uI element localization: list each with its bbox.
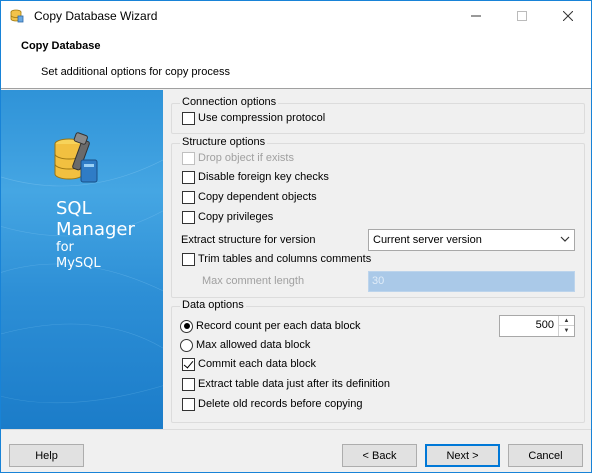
- checkbox-label: Use compression protocol: [198, 112, 326, 124]
- max-comment-input[interactable]: 30: [368, 271, 575, 292]
- record-count-spinner[interactable]: 500 ▲ ▼: [499, 315, 575, 337]
- spin-up-icon[interactable]: ▲: [559, 316, 574, 326]
- database-tools-icon: [54, 132, 98, 183]
- database-app-icon: [10, 9, 24, 23]
- record-count-radio[interactable]: Record count per each data block: [180, 318, 361, 334]
- field-value: 30: [372, 275, 385, 287]
- checkbox-label: Copy dependent objects: [198, 191, 317, 203]
- extract-structure-text: Extract structure for version: [181, 234, 316, 246]
- wizard-footer: Help < Back Next > Cancel: [1, 429, 591, 472]
- spin-down-icon[interactable]: ▼: [559, 326, 574, 336]
- cancel-button[interactable]: Cancel: [508, 444, 583, 467]
- checkbox-box[interactable]: [182, 397, 195, 411]
- banner-line-2: Manager: [56, 219, 135, 240]
- checkbox-label: Commit each data block: [198, 358, 316, 370]
- button-label: Help: [35, 449, 58, 462]
- copy-privileges-checkbox[interactable]: Copy privileges: [182, 209, 273, 225]
- extract-version-select[interactable]: Current server version: [368, 229, 575, 251]
- checkbox-label: Delete old records before copying: [198, 398, 363, 410]
- checkbox-label: Extract table data just after its defini…: [198, 378, 390, 390]
- copy-dependent-checkbox[interactable]: Copy dependent objects: [182, 189, 317, 205]
- group-title: Data options: [180, 299, 246, 311]
- extract-after-definition-checkbox[interactable]: Extract table data just after its defini…: [182, 376, 390, 392]
- group-title: Structure options: [180, 136, 268, 148]
- delete-old-records-checkbox[interactable]: Delete old records before copying: [182, 396, 362, 412]
- select-value: Current server version: [373, 234, 482, 246]
- button-label: Next >: [446, 449, 479, 462]
- banner-line-4: MySQL: [56, 256, 101, 271]
- wizard-header: Copy Database Set additional options for…: [1, 31, 591, 89]
- checkbox-label: Trim tables and columns comments: [198, 253, 372, 265]
- maximize-button[interactable]: [499, 1, 545, 31]
- radio-button[interactable]: [180, 319, 193, 333]
- banner-product-name: SQL Manager for MySQL: [56, 198, 135, 272]
- max-comment-label: Max comment length: [202, 273, 304, 289]
- spinner-buttons: ▲ ▼: [558, 316, 574, 336]
- commit-each-checkbox[interactable]: Commit each data block: [182, 356, 316, 372]
- button-label: < Back: [362, 449, 397, 462]
- next-button[interactable]: Next >: [425, 444, 500, 467]
- checkbox-label: Disable foreign key checks: [198, 171, 329, 183]
- banner-line-1: SQL: [56, 198, 92, 219]
- checkbox-box[interactable]: [182, 357, 195, 371]
- minimize-icon: [471, 15, 481, 17]
- radio-label: Max allowed data block: [196, 339, 311, 351]
- page-subtitle: Set additional options for copy process: [41, 66, 230, 78]
- window-title: Copy Database Wizard: [34, 9, 158, 23]
- help-button[interactable]: Help: [9, 444, 84, 467]
- back-button[interactable]: < Back: [342, 444, 417, 467]
- group-title: Connection options: [180, 96, 279, 108]
- extract-structure-label: Extract structure for version: [181, 232, 316, 248]
- chevron-down-icon: [560, 236, 570, 242]
- checkbox-label: Drop object if exists: [198, 152, 294, 164]
- minimize-button[interactable]: [453, 1, 499, 31]
- spinner-value: 500: [535, 319, 554, 331]
- checkbox-box[interactable]: [182, 111, 195, 125]
- title-bar: Copy Database Wizard: [1, 1, 591, 31]
- drop-object-checkbox[interactable]: Drop object if exists: [182, 150, 294, 166]
- radio-label: Record count per each data block: [196, 320, 361, 332]
- checkbox-box[interactable]: [182, 377, 195, 391]
- product-banner: SQL Manager for MySQL: [1, 90, 163, 429]
- checkbox-box[interactable]: [182, 190, 195, 204]
- max-allowed-radio[interactable]: Max allowed data block: [180, 337, 310, 353]
- maximize-icon: [517, 11, 527, 21]
- options-panel: Connection options Use compression proto…: [163, 90, 591, 429]
- disable-foreign-key-checkbox[interactable]: Disable foreign key checks: [182, 169, 329, 185]
- banner-line-3: for: [56, 240, 74, 255]
- page-title: Copy Database: [21, 40, 101, 52]
- checkbox-box[interactable]: [182, 170, 195, 184]
- use-compression-checkbox[interactable]: Use compression protocol: [182, 110, 325, 126]
- radio-button[interactable]: [180, 338, 193, 352]
- checkbox-box[interactable]: [182, 151, 195, 165]
- close-button[interactable]: [545, 1, 591, 31]
- checkbox-label: Copy privileges: [198, 211, 274, 223]
- wizard-window: Copy Database Wizard Copy Database Set a…: [0, 0, 592, 473]
- checkbox-box[interactable]: [182, 252, 195, 266]
- max-comment-text: Max comment length: [202, 275, 305, 287]
- checkbox-box[interactable]: [182, 210, 195, 224]
- button-label: Cancel: [528, 449, 563, 462]
- close-icon: [563, 11, 573, 21]
- trim-comments-checkbox[interactable]: Trim tables and columns comments: [182, 251, 371, 267]
